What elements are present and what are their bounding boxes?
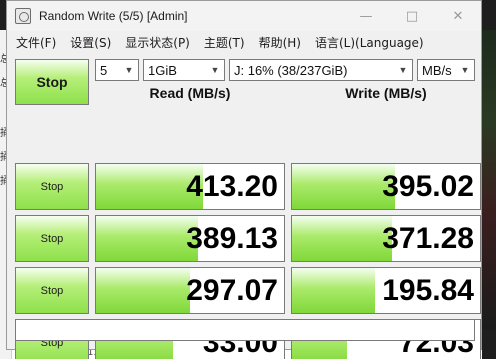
menu-display-status[interactable]: 显示状态(P)	[118, 32, 197, 53]
test-count-value: 5	[100, 62, 108, 78]
unit-value: MB/s	[422, 62, 452, 78]
menu-bar: 文件(F) 设置(S) 显示状态(P) 主题(T) 帮助(H) 语言(L)(La…	[7, 31, 481, 53]
chevron-down-icon: ▼	[460, 65, 470, 75]
test-size-select[interactable]: 1GiB ▼	[143, 59, 225, 81]
menu-settings[interactable]: 设置(S)	[63, 32, 118, 53]
title-bar[interactable]: Random Write (5/5) [Admin] — □ ✕	[7, 1, 481, 31]
write-result-row-1: 395.02	[291, 163, 481, 210]
stop-button-row-3[interactable]: Stop	[15, 267, 89, 314]
write-result-row-3: 195.84	[291, 267, 481, 314]
menu-theme[interactable]: 主题(T)	[197, 32, 252, 53]
menu-file[interactable]: 文件(F)	[9, 32, 63, 53]
main-panel: Stop 5 ▼ 1GiB ▼ J: 16% (38/237GiB) ▼ MB/…	[7, 53, 481, 359]
read-value: 297.07	[186, 273, 278, 307]
read-value: 389.13	[186, 221, 278, 255]
maximize-button[interactable]: □	[389, 1, 435, 31]
read-progress-bar	[96, 216, 198, 261]
benchmark-window: Random Write (5/5) [Admin] — □ ✕ 文件(F) 设…	[6, 0, 482, 359]
drive-value: J: 16% (38/237GiB)	[234, 62, 348, 78]
test-count-select[interactable]: 5 ▼	[95, 59, 139, 81]
read-value: 413.20	[186, 169, 278, 203]
chevron-down-icon: ▼	[398, 65, 408, 75]
read-result-row-1: 413.20	[95, 163, 285, 210]
stop-button-row-2[interactable]: Stop	[15, 215, 89, 262]
chevron-down-icon: ▼	[124, 65, 134, 75]
menu-help[interactable]: 帮助(H)	[252, 32, 308, 53]
stop-all-button[interactable]: Stop	[15, 59, 89, 105]
window-controls: — □ ✕	[343, 1, 481, 31]
write-column-header: Write (MB/s)	[345, 85, 427, 101]
read-result-row-2: 389.13	[95, 215, 285, 262]
test-size-value: 1GiB	[148, 62, 177, 78]
close-button[interactable]: ✕	[435, 1, 481, 31]
chevron-down-icon: ▼	[210, 65, 220, 75]
app-icon	[15, 8, 31, 24]
read-result-row-3: 297.07	[95, 267, 285, 314]
unit-select[interactable]: MB/s ▼	[417, 59, 475, 81]
write-progress-bar	[292, 216, 392, 261]
status-bar	[15, 319, 475, 341]
minimize-button[interactable]: —	[343, 1, 389, 31]
stop-button-row-1[interactable]: Stop	[15, 163, 89, 210]
write-progress-bar	[292, 268, 375, 313]
read-column-header: Read (MB/s)	[149, 85, 231, 101]
write-progress-bar	[292, 164, 396, 209]
window-title: Random Write (5/5) [Admin]	[39, 9, 188, 23]
read-progress-bar	[96, 268, 190, 313]
write-value: 395.02	[382, 169, 474, 203]
write-value: 195.84	[382, 273, 474, 307]
background-window-right	[482, 30, 496, 330]
drive-select[interactable]: J: 16% (38/237GiB) ▼	[229, 59, 413, 81]
write-value: 371.28	[382, 221, 474, 255]
write-result-row-2: 371.28	[291, 215, 481, 262]
menu-language[interactable]: 语言(L)(Language)	[308, 32, 431, 53]
